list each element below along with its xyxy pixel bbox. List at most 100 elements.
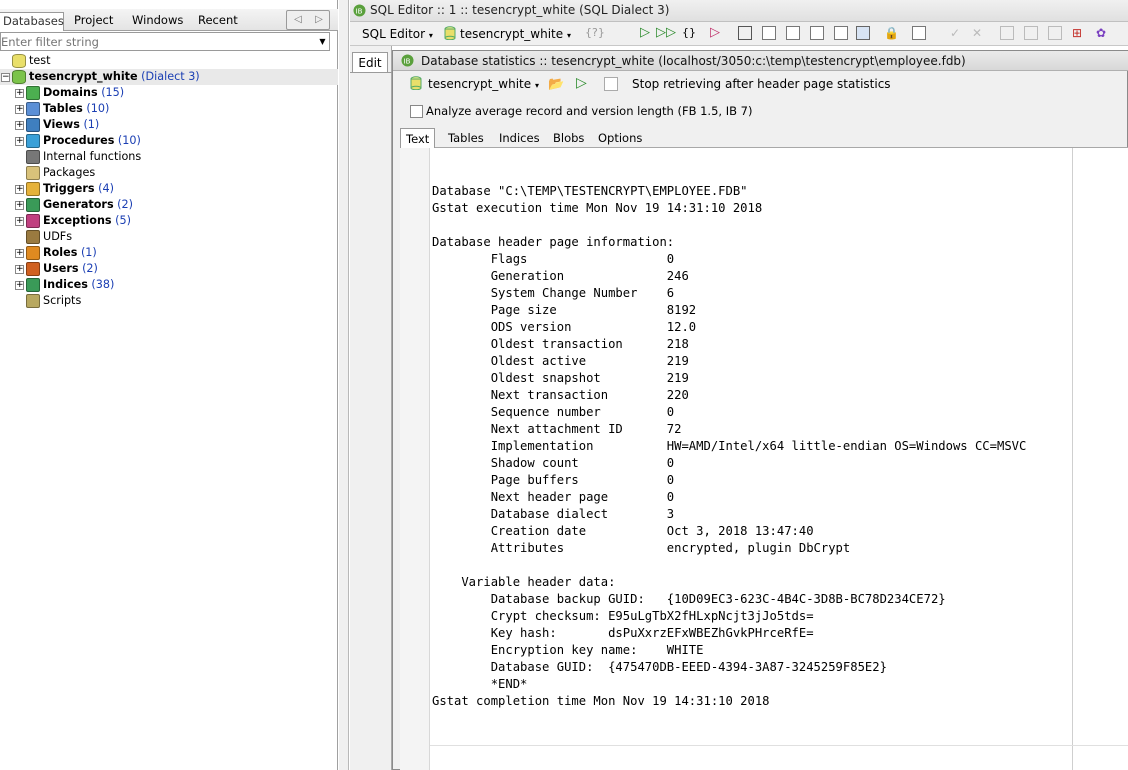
tree-item[interactable]: UDFs (0, 229, 338, 245)
expand-icon[interactable]: + (15, 265, 24, 274)
debug-icon[interactable]: ▷ (710, 25, 724, 40)
expand-icon[interactable]: + (15, 201, 24, 210)
tree-item[interactable]: + Indices (38) (0, 277, 338, 293)
editor-tab-strip (350, 46, 392, 770)
format-icon[interactable]: {} (682, 26, 696, 40)
ibexpert-logo-icon: IB (353, 4, 366, 17)
trigger-icon (26, 182, 40, 196)
output-line: Attributes encrypted, plugin DbCrypt (432, 541, 851, 555)
checkmark-icon[interactable]: ✓ (950, 26, 964, 40)
tab-text[interactable]: Text (400, 128, 436, 148)
tree-item[interactable]: − tesencrypt_white (Dialect 3) (0, 69, 338, 85)
function-icon (26, 150, 40, 164)
tab-databases[interactable]: Databases (0, 12, 64, 31)
export-icon[interactable] (1048, 26, 1062, 40)
expand-icon[interactable]: + (15, 89, 24, 98)
tree-item[interactable]: Scripts (0, 293, 338, 309)
tree-item[interactable]: + Users (2) (0, 261, 338, 277)
help-icon[interactable]: {?} (585, 26, 605, 40)
tree-item-count: (10) (82, 102, 110, 115)
tab-options[interactable]: Options (593, 128, 647, 148)
expand-icon[interactable]: + (15, 121, 24, 130)
table-icon[interactable] (1000, 26, 1014, 40)
run-icon[interactable]: ▷ (640, 25, 654, 40)
tree-item[interactable]: + Tables (10) (0, 101, 338, 117)
tab-indices[interactable]: Indices (494, 128, 545, 148)
open-folder-icon[interactable]: 📂 (548, 77, 564, 92)
tree-item[interactable]: test (0, 53, 338, 69)
list-icon[interactable] (1024, 26, 1038, 40)
commit-icon[interactable] (738, 26, 752, 40)
forward-icon[interactable]: ▷ (309, 12, 329, 28)
splitter[interactable] (339, 0, 349, 770)
open-doc-icon[interactable] (786, 26, 800, 40)
output-line: Database header page information: (432, 235, 675, 249)
analyze-checkbox[interactable] (410, 105, 423, 118)
tree-item[interactable]: + Exceptions (5) (0, 213, 338, 229)
new-doc-icon[interactable] (762, 26, 776, 40)
stats-db-selector[interactable]: tesencrypt_white ▾ (410, 75, 539, 93)
tree-item[interactable]: + Triggers (4) (0, 181, 338, 197)
tree-item[interactable]: + Generators (2) (0, 197, 338, 213)
tab-recent[interactable]: Recent (194, 12, 242, 31)
tree-item[interactable]: + Procedures (10) (0, 133, 338, 149)
editor-db-selector[interactable]: tesencrypt_white ▾ (444, 25, 571, 43)
tree-item-label: Domains (43, 86, 98, 99)
options-dropdown-icon[interactable] (912, 26, 926, 40)
output-line: Oldest snapshot 219 (432, 371, 689, 385)
expand-icon[interactable]: + (15, 137, 24, 146)
expand-icon[interactable]: + (15, 217, 24, 226)
output-line: Key hash: dsPuXxrzEFxWBEZhGvkPHrceRfE= (432, 626, 814, 640)
run-icon[interactable]: ▷ (576, 75, 590, 91)
filter-input[interactable] (0, 32, 330, 51)
run-all-icon[interactable]: ▷▷ (656, 25, 676, 40)
database-icon (12, 54, 26, 68)
sql-editor-menu-button[interactable]: SQL Editor ▾ (362, 25, 433, 43)
tab-edit[interactable]: Edit (352, 52, 388, 72)
tree-item[interactable]: Internal functions (0, 149, 338, 165)
lock-icon[interactable]: 🔒 (884, 26, 899, 40)
output-line: Gstat execution time Mon Nov 19 14:31:10… (432, 201, 763, 215)
tree-item[interactable]: + Roles (1) (0, 245, 338, 261)
tab-blobs[interactable]: Blobs (548, 128, 589, 148)
expand-icon[interactable]: + (15, 105, 24, 114)
copy-icon[interactable] (834, 26, 848, 40)
user-icon (26, 262, 40, 276)
svg-text:IB: IB (404, 58, 411, 66)
save-doc-icon[interactable] (810, 26, 824, 40)
back-icon[interactable]: ◁ (288, 12, 308, 28)
gstat-output: Database "C:\TEMP\TESTENCRYPT\EMPLOYEE.F… (432, 183, 1122, 710)
expand-icon[interactable]: + (15, 281, 24, 290)
tree-item[interactable]: + Domains (15) (0, 85, 338, 101)
tree-item-count: (1) (79, 118, 100, 131)
filter-dropdown-icon[interactable]: ▼ (315, 33, 330, 50)
tree-item[interactable]: Packages (0, 165, 338, 181)
tree-item-count: (4) (94, 182, 114, 195)
tab-windows[interactable]: Windows (128, 12, 187, 31)
line-gutter (400, 148, 430, 770)
stop-after-header-option[interactable]: Stop retrieving after header page statis… (632, 75, 891, 93)
tree-item-label: Procedures (43, 134, 115, 147)
collapse-icon[interactable]: − (1, 73, 10, 82)
domain-icon (26, 86, 40, 100)
tree-item-count: (38) (87, 278, 115, 291)
procedure-icon (26, 134, 40, 148)
output-line: Database dialect 3 (432, 507, 675, 521)
close-icon[interactable]: ✕ (972, 26, 986, 40)
grid-icon[interactable] (856, 26, 870, 40)
statistics-titlebar: IB Database statistics :: tesencrypt_whi… (393, 51, 1128, 71)
plugin-icon[interactable]: ✿ (1096, 26, 1110, 40)
expand-icon[interactable]: + (15, 249, 24, 258)
tree-item[interactable]: + Views (1) (0, 117, 338, 133)
tree-item-label: Packages (43, 166, 96, 179)
stop-icon[interactable] (604, 77, 618, 91)
output-line: Implementation HW=AMD/Intel/x64 little-e… (432, 439, 1027, 453)
tab-tables[interactable]: Tables (443, 128, 489, 148)
tree-item-count: (2) (113, 198, 134, 211)
tree-icon[interactable]: ⊞ (1072, 26, 1086, 40)
tab-project[interactable]: Project (70, 12, 117, 31)
database-icon (444, 26, 456, 45)
expand-icon[interactable]: + (15, 185, 24, 194)
divider (430, 745, 1128, 746)
output-line: Flags 0 (432, 252, 675, 266)
